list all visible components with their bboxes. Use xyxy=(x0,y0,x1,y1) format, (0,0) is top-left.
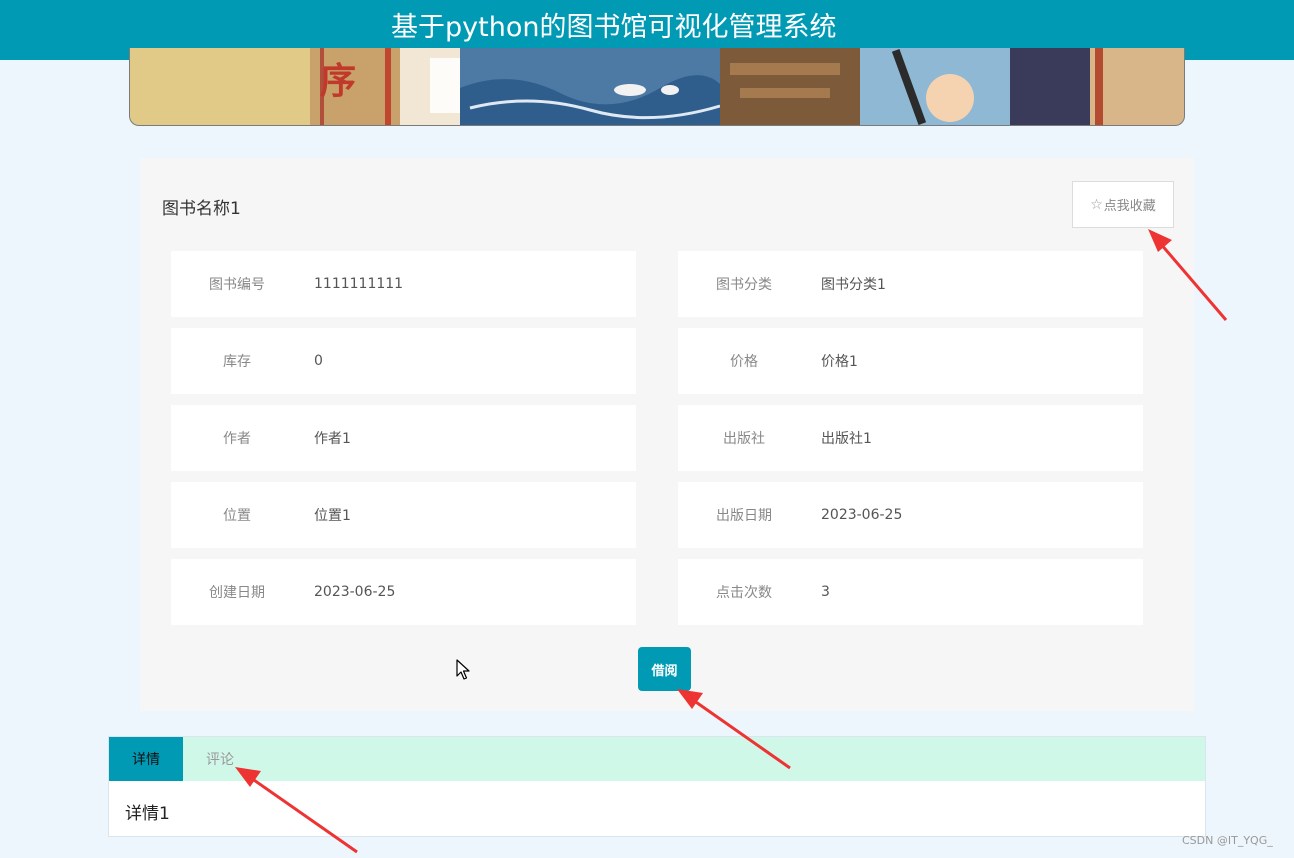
field-value: 图书分类1 xyxy=(821,277,886,293)
tab-comments[interactable]: 评论 xyxy=(183,737,257,781)
field-value: 2023-06-25 xyxy=(821,507,903,523)
field-value: 作者1 xyxy=(314,431,351,447)
banner-text: 序 xyxy=(320,61,356,102)
field-label: 图书编号 xyxy=(209,277,265,293)
field-created-date: 创建日期 2023-06-25 xyxy=(171,559,636,625)
field-label: 出版日期 xyxy=(716,508,772,524)
mouse-cursor-icon xyxy=(456,659,470,680)
tab-bar: 详情 评论 xyxy=(109,737,1205,781)
field-book-id: 图书编号 1111111111 xyxy=(171,251,636,317)
field-location: 位置 位置1 xyxy=(171,482,636,548)
field-value: 出版社1 xyxy=(821,431,872,447)
book-detail-panel: 图书名称1 ☆ 点我收藏 图书编号 1111111111 图书分类 图书分类1 … xyxy=(140,158,1194,711)
field-label: 库存 xyxy=(223,354,251,370)
field-value: 2023-06-25 xyxy=(314,584,396,600)
field-price: 价格 价格1 xyxy=(678,328,1143,394)
field-label: 出版社 xyxy=(723,431,765,447)
field-value: 价格1 xyxy=(821,354,858,370)
field-stock: 库存 0 xyxy=(171,328,636,394)
field-value: 3 xyxy=(821,584,830,600)
field-label: 作者 xyxy=(223,431,251,447)
field-value: 1111111111 xyxy=(314,276,404,292)
favorite-button-label: 点我收藏 xyxy=(1103,199,1156,214)
borrow-button[interactable]: 借阅 xyxy=(638,647,691,691)
detail-tabs: 详情 评论 详情1 xyxy=(108,736,1206,837)
field-label: 图书分类 xyxy=(716,277,772,293)
tab-content-details: 详情1 xyxy=(125,804,170,824)
book-title: 图书名称1 xyxy=(162,199,241,219)
field-click-count: 点击次数 3 xyxy=(678,559,1143,625)
watermark: CSDN @IT_YQG_ xyxy=(1182,834,1273,847)
tab-details[interactable]: 详情 xyxy=(109,737,183,781)
field-publisher: 出版社 出版社1 xyxy=(678,405,1143,471)
carousel-banner-image[interactable]: 序 xyxy=(129,48,1185,126)
field-book-category: 图书分类 图书分类1 xyxy=(678,251,1143,317)
favorite-button[interactable]: ☆ 点我收藏 xyxy=(1072,181,1174,228)
field-value: 位置1 xyxy=(314,508,351,524)
field-label: 价格 xyxy=(730,354,758,370)
field-publish-date: 出版日期 2023-06-25 xyxy=(678,482,1143,548)
field-value: 0 xyxy=(314,353,323,369)
app-title: 基于python的图书馆可视化管理系统 xyxy=(391,12,837,43)
field-label: 创建日期 xyxy=(209,585,265,601)
star-outline-icon: ☆ xyxy=(1090,196,1103,213)
field-label: 位置 xyxy=(223,508,251,524)
field-label: 点击次数 xyxy=(716,585,772,601)
field-author: 作者 作者1 xyxy=(171,405,636,471)
